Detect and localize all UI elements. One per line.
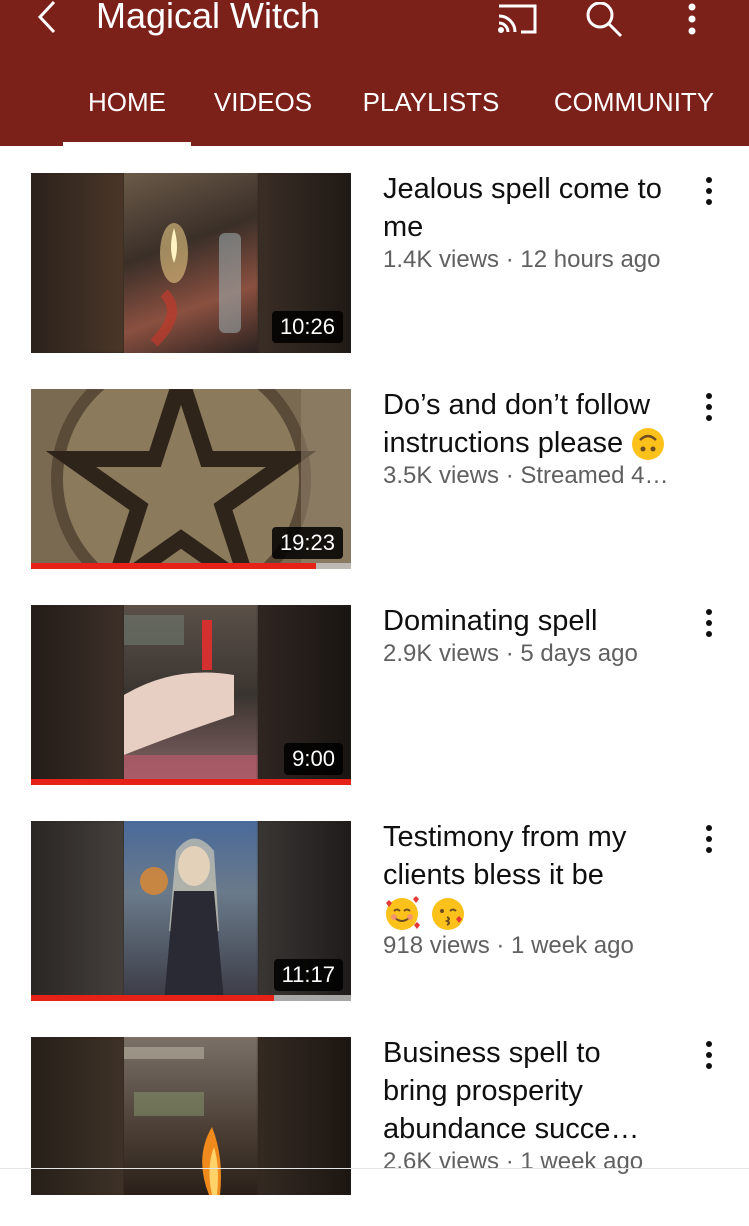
watch-progress-fill	[31, 995, 275, 1001]
video-thumbnail[interactable]	[31, 1037, 351, 1195]
video-info: Business spell to bring prosperity abund…	[383, 1034, 673, 1176]
video-info: Do’s and don’t follow instructions pleas…	[383, 386, 673, 490]
more-vert-icon	[688, 3, 696, 35]
video-meta: 3.5K views · Streamed 4…	[383, 462, 669, 489]
video-menu-button[interactable]	[693, 176, 725, 216]
video-title[interactable]: Dominating spell	[383, 602, 673, 640]
thumbnail-art	[124, 1047, 221, 1195]
thumbnail-art	[150, 223, 241, 347]
channel-tabs: HOME VIDEOS PLAYLISTS COMMUNITY	[0, 70, 749, 146]
video-item[interactable]: 9:00 Dominating spell 2.9K views · 5 day…	[0, 578, 749, 794]
watch-progress	[31, 563, 351, 569]
app-bar: Magical Witch HOME VIDEOS PLAYLISTS COMM…	[0, 0, 749, 146]
video-menu-button[interactable]	[693, 392, 725, 432]
video-item[interactable]: 11:17 Testimony from my clients bless it…	[0, 794, 749, 1010]
video-meta: 2.6K views · 1 week ago	[383, 1148, 644, 1175]
video-thumbnail[interactable]: 19:23	[31, 389, 351, 569]
thumbnail-art	[140, 838, 224, 1001]
video-duration: 9:00	[284, 743, 343, 775]
video-duration: 10:26	[271, 311, 343, 343]
watch-progress-fill	[31, 779, 351, 785]
video-thumbnail[interactable]: 9:00	[31, 605, 351, 785]
cast-button[interactable]	[493, 0, 541, 40]
kissing-face-icon	[432, 898, 465, 931]
tab-community[interactable]: COMMUNITY	[542, 70, 726, 146]
video-meta: 1.4K views · 12 hours ago	[383, 246, 661, 273]
watch-progress	[31, 779, 351, 785]
video-item[interactable]: 10:26 Jealous spell come to me 1.4K view…	[0, 146, 749, 362]
upside-down-face-icon	[632, 428, 665, 461]
watch-progress	[31, 995, 351, 1001]
back-button[interactable]	[28, 0, 68, 40]
back-arrow-icon	[37, 0, 56, 34]
video-duration: 11:17	[273, 959, 343, 991]
more-vert-icon	[706, 1041, 712, 1069]
video-title-text: Testimony from my clients bless it be	[383, 821, 627, 891]
more-vert-icon	[706, 177, 712, 205]
more-options-button[interactable]	[668, 0, 716, 40]
search-button[interactable]	[580, 0, 628, 40]
video-item[interactable]: 19:23 Do’s and don’t follow instructions…	[0, 362, 749, 578]
more-vert-icon	[706, 825, 712, 853]
video-thumbnail[interactable]: 10:26	[31, 173, 351, 353]
channel-title: Magical Witch	[96, 0, 321, 36]
more-vert-icon	[706, 609, 712, 637]
video-menu-button[interactable]	[693, 1040, 725, 1080]
video-menu-button[interactable]	[693, 824, 725, 864]
video-meta: 918 views · 1 week ago	[383, 932, 634, 959]
tab-videos[interactable]: VIDEOS	[206, 70, 320, 146]
video-meta: 2.9K views · 5 days ago	[383, 640, 638, 667]
smiling-face-with-hearts-icon	[386, 896, 420, 931]
video-title[interactable]: Do’s and don’t follow instructions pleas…	[383, 386, 673, 462]
bottom-divider	[0, 1168, 749, 1169]
video-title[interactable]: Jealous spell come to me	[383, 170, 673, 246]
watch-progress-fill	[31, 563, 316, 569]
more-vert-icon	[706, 393, 712, 421]
thumbnail-art	[124, 615, 258, 785]
video-title-text: Do’s and don’t follow instructions pleas…	[383, 389, 651, 459]
tab-playlists[interactable]: PLAYLISTS	[352, 70, 510, 146]
video-title[interactable]: Business spell to bring prosperity abund…	[383, 1034, 673, 1148]
video-title[interactable]: Testimony from my clients bless it be	[383, 818, 673, 932]
video-info: Testimony from my clients bless it be 91…	[383, 818, 673, 960]
video-thumbnail[interactable]: 11:17	[31, 821, 351, 1001]
video-info: Jealous spell come to me 1.4K views · 12…	[383, 170, 673, 274]
search-icon	[586, 2, 623, 38]
video-duration: 19:23	[271, 527, 343, 559]
video-item[interactable]: Business spell to bring prosperity abund…	[0, 1010, 749, 1226]
video-info: Dominating spell 2.9K views · 5 days ago	[383, 602, 673, 668]
video-menu-button[interactable]	[693, 608, 725, 648]
tab-home[interactable]: HOME	[63, 70, 191, 146]
cast-icon	[498, 4, 537, 34]
